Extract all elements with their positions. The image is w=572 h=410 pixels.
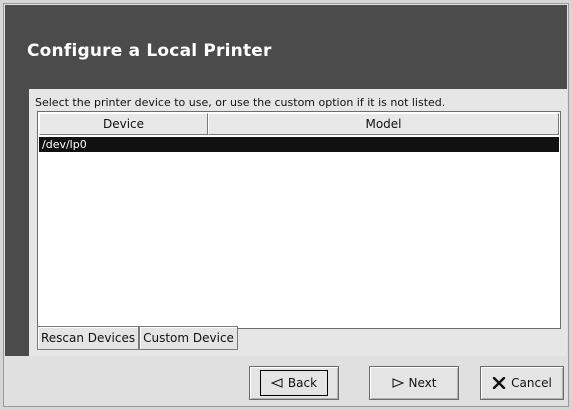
column-header-model[interactable]: Model bbox=[208, 113, 559, 135]
cancel-x-icon bbox=[492, 377, 506, 389]
device-list[interactable]: Device Model /dev/lp0 bbox=[37, 111, 561, 329]
navigation-bar: Back Next Cancel bbox=[4, 366, 568, 400]
custom-device-button[interactable]: Custom Device bbox=[139, 326, 238, 350]
column-header-device[interactable]: Device bbox=[39, 113, 208, 135]
content-area: Select the printer device to use, or use… bbox=[29, 89, 567, 356]
next-label: Next bbox=[408, 376, 437, 390]
page-title: Configure a Local Printer bbox=[27, 41, 272, 61]
next-arrow-icon bbox=[392, 378, 404, 388]
back-button[interactable]: Back bbox=[249, 366, 339, 400]
instruction-text: Select the printer device to use, or use… bbox=[35, 96, 446, 109]
list-row-selected[interactable]: /dev/lp0 bbox=[39, 137, 559, 152]
row-device-cell: /dev/lp0 bbox=[42, 138, 87, 151]
side-strip bbox=[5, 89, 29, 356]
cancel-label: Cancel bbox=[511, 376, 552, 390]
header-band: Configure a Local Printer bbox=[5, 5, 567, 89]
list-header: Device Model bbox=[39, 113, 559, 135]
cancel-button[interactable]: Cancel bbox=[480, 366, 564, 400]
back-label: Back bbox=[287, 376, 318, 390]
dialog-window: Configure a Local Printer Select the pri… bbox=[3, 3, 569, 407]
back-arrow-icon bbox=[270, 378, 283, 388]
rescan-devices-button[interactable]: Rescan Devices bbox=[37, 326, 140, 350]
next-button[interactable]: Next bbox=[369, 366, 459, 400]
list-buttons: Rescan Devices Custom Device bbox=[37, 326, 238, 350]
list-body: /dev/lp0 bbox=[39, 137, 559, 152]
